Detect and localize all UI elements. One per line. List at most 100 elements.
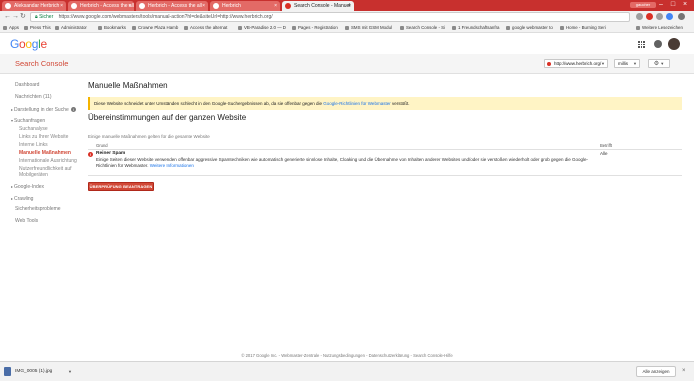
back-icon[interactable]: ← (4, 13, 11, 21)
chevron-down-icon[interactable]: ▼ (68, 368, 72, 375)
sidebar-item-links-to-site[interactable]: Links zu Ihrer Website (19, 134, 68, 141)
sidebar-item-search-analytics[interactable]: Suchanalyse (19, 126, 48, 133)
reload-icon[interactable]: ↻ (20, 13, 26, 21)
tab-close-icon[interactable]: × (274, 1, 277, 11)
sidebar-item-intl-targeting[interactable]: Internationale Ausrichtung (19, 158, 77, 165)
star-icon[interactable] (636, 13, 643, 20)
sidebar: Dashboard Nachrichten (11) ▸Darstellung … (0, 75, 82, 345)
bookmark-item[interactable]: Home - Burning Seri (560, 24, 606, 32)
menu-icon[interactable] (678, 13, 685, 20)
site-status-icon (547, 61, 551, 66)
browser-tab[interactable]: Aleksandar Herbrich × (2, 1, 66, 11)
bookmark-item[interactable]: Crowne Plaza Hamb (132, 24, 178, 32)
sidebar-item-messages[interactable]: Nachrichten (11) (15, 94, 52, 101)
sidebar-item-mobile-usability-line2[interactable]: Mobilgeräten (19, 172, 48, 179)
chevron-down-icon: ▼ (601, 61, 605, 66)
bookmark-item[interactable]: SMS mit GSM Modul (345, 24, 392, 32)
extension-icon[interactable] (656, 13, 663, 20)
tab-close-icon[interactable]: × (60, 1, 63, 11)
maximize-icon[interactable]: □ (668, 0, 678, 10)
browser-tab[interactable]: Herbrich - Access the all × (68, 1, 134, 11)
tab-favicon-icon (139, 3, 145, 9)
guidelines-link[interactable]: Google-Richtlinien für Webmaster (323, 101, 390, 106)
download-item[interactable]: IMG_0005 (1).jpg ▼ (4, 366, 76, 378)
profile-badge[interactable]: gaucher (630, 2, 656, 8)
sidebar-item-search-traffic[interactable]: ▾Suchanfragen (11, 117, 45, 125)
minimize-icon[interactable]: – (656, 0, 666, 10)
action-description: Einige Seiten dieser Website verwenden o… (96, 157, 596, 168)
sidebar-item-label: Crawling (14, 196, 34, 202)
chevron-down-icon: ▾ (11, 118, 14, 123)
tab-close-icon[interactable]: × (348, 1, 351, 11)
apps-grid-icon[interactable] (638, 41, 645, 48)
bookmark-item-more[interactable]: Weitere Lesezeichen (636, 24, 683, 32)
error-icon: ! (88, 152, 93, 157)
more-info-link[interactable]: Weitere Informationen (150, 163, 194, 168)
bookmark-item[interactable]: Bookmarks (98, 24, 126, 32)
forward-icon[interactable]: → (12, 13, 19, 21)
sidebar-item-label: Darstellung in der Suche (14, 107, 69, 113)
google-logo[interactable]: Google (10, 37, 47, 51)
show-all-downloads-button[interactable]: Alle anzeigen (636, 366, 676, 377)
tab-favicon-icon (285, 3, 291, 9)
extension-icon[interactable] (646, 13, 653, 20)
bookmark-item[interactable]: Administrator (55, 24, 87, 32)
section-title: Übereinstimmungen auf der ganzen Website (88, 113, 247, 122)
sidebar-item-security[interactable]: Sicherheitsprobleme (15, 206, 61, 213)
browser-tab-active[interactable]: Search Console - Manuel × (282, 1, 354, 11)
warning-banner: Diese Website schneidet unter Umständen … (88, 97, 682, 110)
secure-label: Sicher (39, 14, 54, 20)
info-icon[interactable]: i (70, 107, 76, 112)
site-selector[interactable]: http://www.herbrich.org/ ▼ (544, 59, 608, 68)
bookmark-item[interactable]: google webmaster to (506, 24, 553, 32)
logo-letter: e (40, 37, 48, 51)
url-input[interactable]: 🔒︎ Sicher https://www.google.com/webmast… (30, 12, 630, 22)
extension-icon[interactable] (666, 13, 673, 20)
bookmarks-bar: Apps Press This Administrator Bookmarks … (0, 23, 694, 33)
chevron-right-icon: ▸ (11, 107, 14, 112)
sidebar-item-manual-actions[interactable]: Manuelle Maßnahmen (19, 150, 71, 157)
bookmark-item[interactable]: VB-Paradise 2.0 — D (238, 24, 286, 32)
user-selector[interactable]: millis ▼ (614, 59, 640, 68)
bookmark-item[interactable]: Apps (3, 24, 19, 32)
request-review-button[interactable]: ÜBERPRÜFUNG BEANTRAGEN (88, 182, 154, 191)
tab-close-icon[interactable]: × (128, 1, 131, 11)
bookmark-item[interactable]: Search Console - Si (400, 24, 445, 32)
product-title[interactable]: Search Console (15, 59, 68, 69)
bookmark-item[interactable]: Press This (24, 24, 51, 32)
download-bar: IMG_0005 (1).jpg ▼ Alle anzeigen × (0, 361, 694, 381)
sidebar-item-web-tools[interactable]: Web Tools (15, 218, 38, 225)
notifications-icon[interactable] (654, 40, 662, 48)
browser-tab[interactable]: Herbrich × (210, 1, 280, 11)
download-file-name: IMG_0005 (1).jpg (15, 369, 53, 374)
close-window-icon[interactable]: × (680, 0, 690, 10)
warning-suffix: verstößt. (391, 101, 410, 106)
site-selector-value: http://www.herbrich.org/ (554, 61, 602, 66)
browser-tab[interactable]: Herbrich - Access the all × (136, 1, 208, 11)
bookmark-item[interactable]: 1 Freundschaftsanfra (452, 24, 500, 32)
tab-favicon-icon (71, 3, 77, 9)
sidebar-item-label: Suchanfragen (14, 118, 46, 124)
tab-close-icon[interactable]: × (202, 1, 205, 11)
avatar[interactable] (668, 38, 680, 50)
settings-button[interactable]: ⚙ ▼ (648, 59, 670, 68)
sidebar-item-dashboard[interactable]: Dashboard (15, 82, 39, 89)
bookmark-item[interactable]: Pages - Registration (292, 24, 338, 32)
action-affected: Alle (600, 151, 608, 156)
bookmark-item[interactable]: Access the alternat (184, 24, 227, 32)
tab-favicon-icon (5, 3, 11, 9)
sidebar-item-crawling[interactable]: ▸Crawling (11, 195, 33, 203)
url-text: https://www.google.com/webmasters/tools/… (58, 14, 273, 20)
chevron-right-icon: ▸ (11, 184, 14, 189)
tab-label: Search Console - Manuel (294, 3, 351, 9)
close-icon[interactable]: × (682, 366, 686, 376)
logo-letter: G (10, 37, 20, 51)
divider (88, 149, 682, 150)
divider (88, 175, 682, 176)
chevron-right-icon: ▸ (11, 196, 14, 201)
sidebar-item-search-appearance[interactable]: ▸Darstellung in der Suche i (11, 106, 76, 114)
tab-label: Aleksandar Herbrich (14, 3, 60, 9)
sidebar-item-google-index[interactable]: ▸Google-Index (11, 183, 44, 191)
sidebar-item-internal-links[interactable]: Interne Links (19, 142, 48, 149)
warning-text: Diese Website schneidet unter Umständen … (94, 101, 322, 106)
